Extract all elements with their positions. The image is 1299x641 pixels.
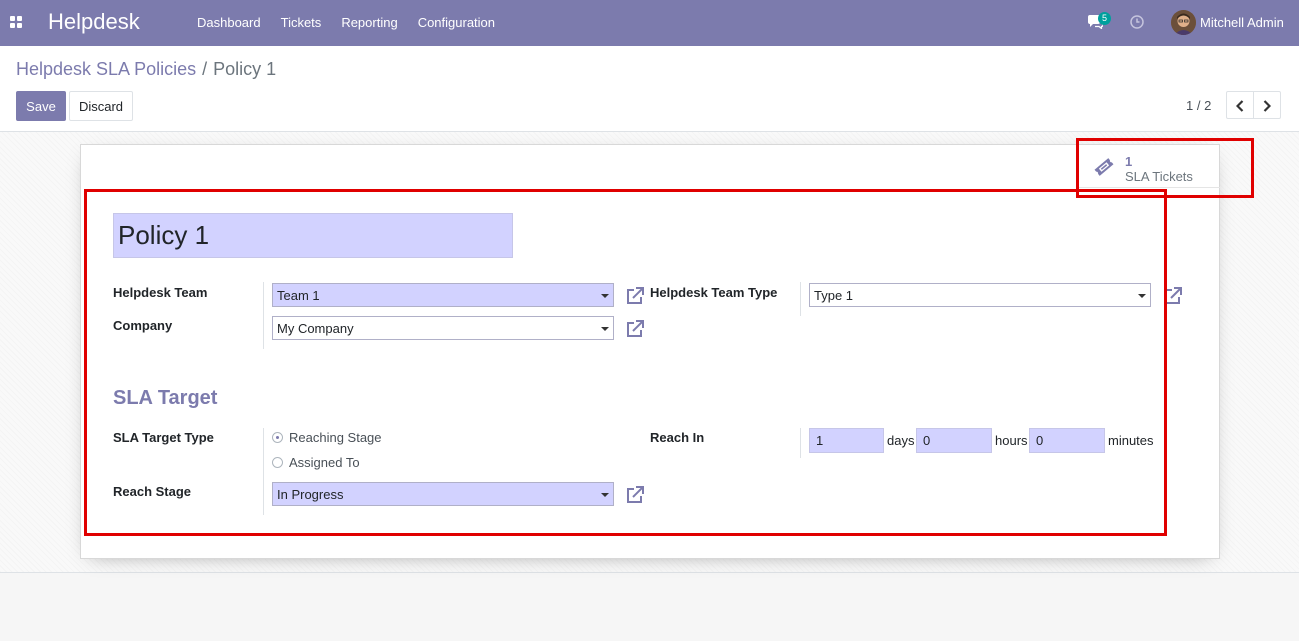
highlight-box-form	[84, 189, 1167, 536]
user-name[interactable]: Mitchell Admin	[1200, 15, 1284, 30]
page-footer-area	[0, 573, 1299, 641]
pager-next-button[interactable]	[1253, 91, 1281, 119]
breadcrumb-separator: /	[202, 59, 208, 79]
control-panel: Helpdesk SLA Policies / Policy 1 Save Disc…	[0, 46, 1299, 132]
discard-button[interactable]: Discard	[69, 91, 133, 121]
user-avatar[interactable]	[1171, 10, 1196, 35]
top-navbar: Helpdesk Dashboard Tickets Reporting Con…	[0, 0, 1299, 46]
app-brand[interactable]: Helpdesk	[48, 9, 140, 35]
main-menu: Dashboard Tickets Reporting Configuratio…	[197, 15, 515, 30]
breadcrumb-parent-link[interactable]: Helpdesk SLA Policies	[16, 59, 196, 79]
menu-configuration[interactable]: Configuration	[418, 15, 495, 30]
chevron-right-icon	[1263, 100, 1271, 112]
menu-dashboard[interactable]: Dashboard	[197, 15, 261, 30]
chat-count-badge: 5	[1098, 12, 1112, 25]
menu-tickets[interactable]: Tickets	[281, 15, 322, 30]
menu-reporting[interactable]: Reporting	[341, 15, 397, 30]
activity-clock-icon[interactable]	[1130, 15, 1144, 29]
pager-previous-button[interactable]	[1226, 91, 1254, 119]
save-button[interactable]: Save	[16, 91, 66, 121]
pager-value[interactable]: 1 / 2	[1186, 98, 1211, 113]
apps-menu-icon[interactable]	[10, 16, 23, 29]
breadcrumb-current: Policy 1	[213, 59, 277, 79]
chevron-left-icon	[1236, 100, 1244, 112]
breadcrumb: Helpdesk SLA Policies / Policy 1	[16, 59, 276, 80]
